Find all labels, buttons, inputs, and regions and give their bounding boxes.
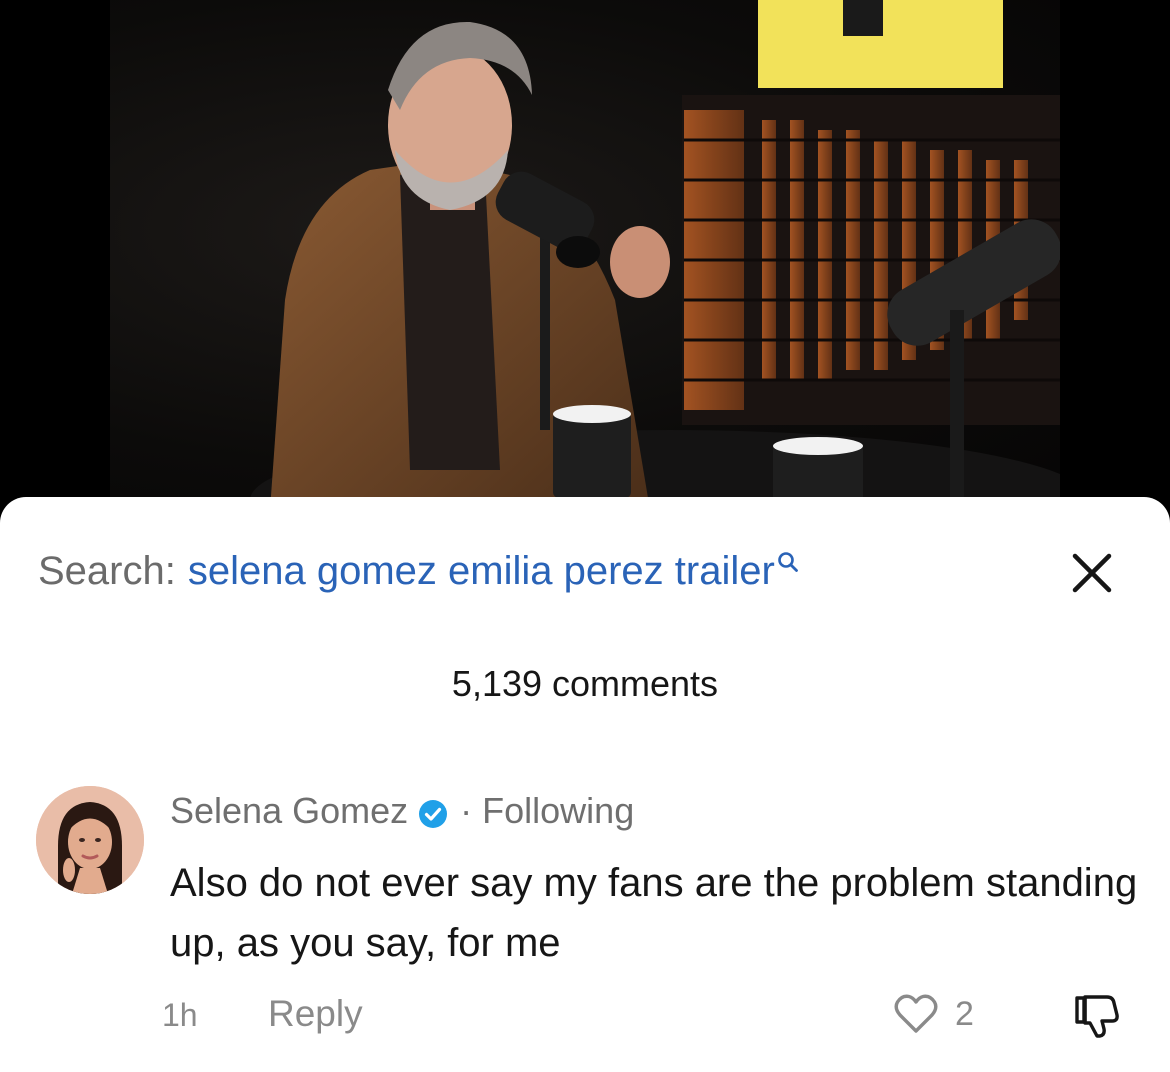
separator-dot: · <box>460 790 473 831</box>
reply-button[interactable]: Reply <box>268 993 363 1035</box>
video-scene <box>250 0 1060 510</box>
screen-logo <box>843 0 883 36</box>
comment-actions: 1h Reply 2 <box>0 993 1170 1039</box>
screen: Search: selena gomez emilia perez traile… <box>0 0 1170 1072</box>
comments-count: 5,139 comments <box>451 663 719 704</box>
mug-left <box>553 405 631 498</box>
comments-sheet: Search: selena gomez emilia perez traile… <box>0 497 1170 1072</box>
heart-icon[interactable] <box>893 993 939 1035</box>
author-name[interactable]: Selena Gomez <box>170 790 408 832</box>
search-query-link[interactable]: selena gomez emilia perez trailer <box>188 549 775 594</box>
video-frame[interactable] <box>110 0 1060 510</box>
search-icon[interactable] <box>777 538 799 583</box>
related-search[interactable]: Search: selena gomez emilia perez traile… <box>38 549 799 593</box>
comment-time: 1h <box>162 997 198 1033</box>
avatar-image <box>36 786 144 894</box>
person-hand <box>610 226 670 298</box>
comment-text: Also do not ever say my fans are the pro… <box>170 861 1138 965</box>
search-label: Search: <box>38 548 176 593</box>
like-count: 2 <box>955 995 974 1033</box>
verified-badge-icon <box>418 796 448 828</box>
comment-meta: Selena Gomez · Following <box>170 790 634 832</box>
thumbs-down-icon[interactable] <box>1073 993 1123 1039</box>
following-status[interactable]: Following <box>482 790 634 832</box>
avatar[interactable] <box>36 786 144 894</box>
close-icon[interactable] <box>1070 551 1114 595</box>
